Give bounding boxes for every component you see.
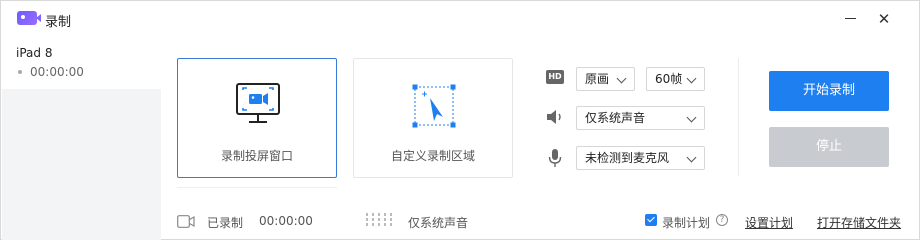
fps-value: 60帧 [655,72,683,86]
status-dot-icon [18,70,22,74]
mode-record-screen-window[interactable]: 录制投屏窗口 [177,58,337,178]
minimize-icon [844,18,856,19]
start-recording-button[interactable]: 开始录制 [769,71,889,111]
mode-custom-region[interactable]: 自定义录制区域 [353,58,513,178]
divider [738,58,739,176]
window-title: 录制 [45,15,72,30]
device-name: iPad 8 [16,46,53,60]
divider [177,187,337,188]
stop-button[interactable]: 停止 [769,127,889,167]
microphone-value: 未检测到麦克风 [585,151,670,165]
fps-select[interactable]: 60帧 [646,67,705,91]
audio-level-icon [366,213,392,226]
close-icon: ✕ [877,10,891,28]
set-schedule-link[interactable]: 设置计划 [745,214,793,231]
hd-icon: HD [546,70,564,84]
minimize-button[interactable] [839,8,861,30]
audio-source-select[interactable]: 仅系统声音 [576,106,705,130]
audio-source-value: 仅系统声音 [585,111,646,125]
speaker-icon [547,110,561,124]
camera-icon [177,215,195,228]
region-select-icon [412,84,456,128]
quality-value: 原画 [585,72,610,86]
device-item-ipad[interactable]: iPad 8 00:00:00 [2,37,161,89]
close-button[interactable]: ✕ [873,8,895,30]
microphone-icon [548,149,562,167]
record-window: 录制 ✕ iPad 8 00:00:00 录制投屏窗口 自定义录制区域 HD 原… [0,0,920,240]
app-camera-icon [17,11,41,25]
screen-record-icon [236,83,280,123]
schedule-label[interactable]: 录制计划 [662,214,710,231]
schedule-checkbox[interactable] [645,214,657,226]
chevron-down-icon [686,152,697,163]
open-folder-link[interactable]: 打开存储文件夹 [817,214,901,231]
mode-label: 录制投屏窗口 [220,149,293,163]
chevron-down-icon [686,112,697,123]
microphone-select[interactable]: 未检测到麦克风 [576,146,705,170]
recorded-time: 00:00:00 [259,214,313,228]
mode-label: 自定义录制区域 [390,149,475,163]
recorded-label: 已录制 [207,216,244,230]
chevron-down-icon [686,73,697,84]
chevron-down-icon [616,73,627,84]
quality-select[interactable]: 原画 [576,67,635,91]
device-duration: 00:00:00 [30,65,84,79]
audio-source-status: 仅系统声音 [408,216,469,230]
help-icon[interactable]: ? [716,214,728,226]
device-list: iPad 8 00:00:00 [2,37,161,240]
title-bar: 录制 ✕ [1,1,919,37]
